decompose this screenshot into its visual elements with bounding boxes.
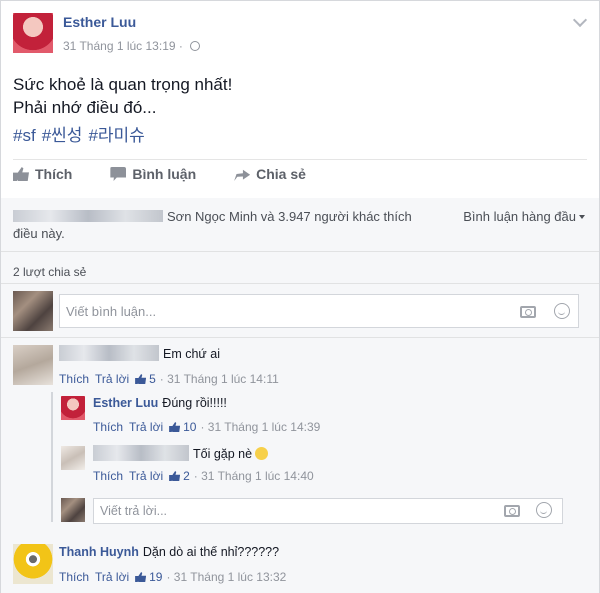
reply-like-count[interactable]: 2 <box>169 469 190 483</box>
share-label: Chia sẻ <box>256 166 306 182</box>
likes-text-continued: điều này. <box>13 226 65 241</box>
comment-like-link[interactable]: Thích <box>59 372 89 386</box>
smile-emoji-icon <box>255 447 269 460</box>
comment-icon <box>110 167 127 181</box>
divider <box>1 251 599 252</box>
post-card: Esther Luu 31 Tháng 1 lúc 13:19 · Sức kh… <box>0 0 600 593</box>
post-text: Sức khoẻ là quan trọng nhất! Phải nhớ đi… <box>13 73 232 119</box>
reply-time[interactable]: · 31 Tháng 1 lúc 14:39 <box>200 420 320 434</box>
reply-like-count[interactable]: 10 <box>169 420 196 434</box>
comment-reply-link[interactable]: Trả lời <box>95 570 129 584</box>
comment-like-count[interactable]: 19 <box>135 570 162 584</box>
hashtag-link[interactable]: #sf <box>13 126 36 145</box>
share-button[interactable]: Chia sẻ <box>234 166 306 182</box>
thumbs-up-icon <box>169 471 181 481</box>
divider <box>13 159 587 160</box>
comment-reply-link[interactable]: Trả lời <box>95 372 129 386</box>
reply-thread-line <box>51 392 53 522</box>
divider <box>1 337 599 338</box>
reply-avatar[interactable] <box>61 446 85 470</box>
viewer-avatar <box>61 498 85 522</box>
reply-input[interactable]: Viết trả lời... <box>93 498 563 524</box>
caret-down-icon <box>579 215 585 219</box>
comment-text: Em chứ ai <box>163 347 220 361</box>
comment-label: Bình luận <box>132 166 197 182</box>
author-avatar[interactable] <box>13 13 53 53</box>
post-text-line: Sức khoẻ là quan trọng nhất! <box>13 75 233 94</box>
like-label: Thích <box>35 166 73 182</box>
viewer-avatar <box>13 291 53 331</box>
reply-text: Đúng rồi!!!!! <box>162 396 227 410</box>
reply-like-count-value: 10 <box>183 420 197 434</box>
comment-like-count[interactable]: 5 <box>135 372 156 386</box>
comment-input[interactable]: Viết bình luận... <box>59 294 579 328</box>
commenter-name-blurred[interactable] <box>59 345 159 361</box>
sort-comments-dropdown[interactable]: Bình luận hàng đầu <box>463 209 585 224</box>
divider <box>1 283 599 284</box>
thumbs-up-icon <box>135 572 147 582</box>
reply-author-blurred[interactable] <box>93 445 189 461</box>
post-text-line: Phải nhớ điều đó... <box>13 98 157 117</box>
post-time-text[interactable]: 31 Tháng 1 lúc 13:19 · <box>63 39 186 53</box>
thumbs-up-icon <box>135 374 147 384</box>
likes-text: Sơn Ngọc Minh và 3.947 người khác thích <box>167 209 412 224</box>
comment: Thanh Huynh Dặn dò ai thế nhỉ?????? <box>59 545 279 559</box>
comment: Em chứ ai <box>59 345 220 361</box>
reply-meta: Thích Trả lời 2 · 31 Tháng 1 lúc 14:40 <box>93 469 314 483</box>
comment-like-count-value: 5 <box>149 372 156 386</box>
share-icon <box>234 169 251 181</box>
hashtag-link[interactable]: #라미슈 <box>88 126 144 145</box>
comment-button[interactable]: Bình luận <box>110 166 196 182</box>
like-button[interactable]: Thích <box>13 166 72 182</box>
emoji-icon[interactable] <box>554 303 570 319</box>
reply-time[interactable]: · 31 Tháng 1 lúc 14:40 <box>194 469 314 483</box>
emoji-icon[interactable] <box>536 502 552 518</box>
reply-reply-link[interactable]: Trả lời <box>129 420 163 434</box>
comment-time[interactable]: · 31 Tháng 1 lúc 13:32 <box>166 570 286 584</box>
comment-meta: Thích Trả lời 19 · 31 Tháng 1 lúc 13:32 <box>59 570 286 584</box>
reply: Esther Luu Đúng rồi!!!!! <box>93 396 227 410</box>
comment-time[interactable]: · 31 Tháng 1 lúc 14:11 <box>160 372 279 386</box>
commenter-avatar[interactable] <box>13 544 53 584</box>
liker-avatars <box>13 210 163 222</box>
commenter-avatar[interactable] <box>13 345 53 385</box>
reply-placeholder: Viết trả lời... <box>100 504 168 518</box>
comment-like-count-value: 19 <box>149 570 163 584</box>
comments-section: Sơn Ngọc Minh và 3.947 người khác thích … <box>1 198 599 593</box>
reply: Tối gặp nè <box>93 445 269 461</box>
chevron-down-icon[interactable] <box>572 12 588 28</box>
reply-meta: Thích Trả lời 10 · 31 Tháng 1 lúc 14:39 <box>93 420 320 434</box>
shares-count[interactable]: 2 lượt chia sẻ <box>13 265 86 279</box>
action-bar: Thích Bình luận Chia sẻ <box>13 166 344 182</box>
reply-avatar[interactable] <box>61 396 85 420</box>
sort-label: Bình luận hàng đầu <box>463 209 576 224</box>
comment-meta: Thích Trả lời 5 · 31 Tháng 1 lúc 14:11 <box>59 372 279 386</box>
author-name[interactable]: Esther Luu <box>63 14 136 30</box>
reply-text: Tối gặp nè <box>193 447 253 461</box>
post-timestamp[interactable]: 31 Tháng 1 lúc 13:19 · <box>63 39 201 53</box>
thumbs-up-icon <box>169 422 181 432</box>
hashtag-link[interactable]: #씬성 <box>42 126 83 145</box>
comment-text: Dặn dò ai thế nhỉ?????? <box>142 545 280 559</box>
camera-icon[interactable] <box>520 306 536 318</box>
comment-placeholder: Viết bình luận... <box>66 303 157 319</box>
reply-author[interactable]: Esther Luu <box>93 396 158 410</box>
reply-like-link[interactable]: Thích <box>93 469 123 483</box>
camera-icon[interactable] <box>504 505 520 517</box>
commenter-name[interactable]: Thanh Huynh <box>59 545 139 559</box>
globe-icon <box>190 41 201 51</box>
reply-reply-link[interactable]: Trả lời <box>129 469 163 483</box>
likes-summary[interactable]: Sơn Ngọc Minh và 3.947 người khác thích … <box>13 208 443 242</box>
hashtags: #sf #씬성 #라미슈 <box>13 121 151 146</box>
comment-like-link[interactable]: Thích <box>59 570 89 584</box>
reply-like-link[interactable]: Thích <box>93 420 123 434</box>
reply-like-count-value: 2 <box>183 469 190 483</box>
thumbs-up-icon <box>13 167 29 181</box>
